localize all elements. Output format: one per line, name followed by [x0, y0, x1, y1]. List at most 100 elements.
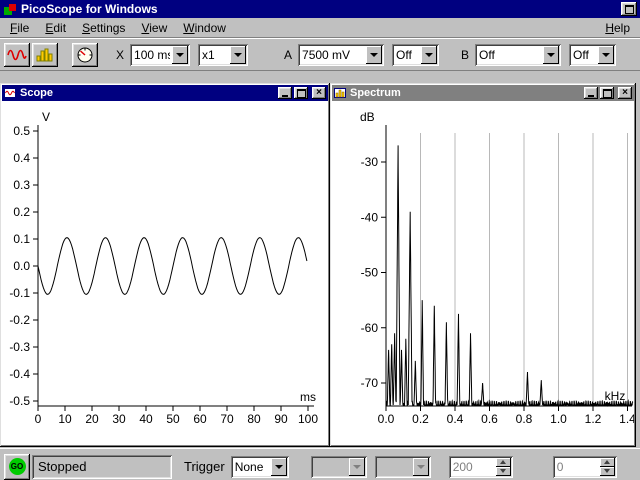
- chevron-down-icon[interactable]: [421, 46, 437, 64]
- svg-text:0.1: 0.1: [13, 232, 30, 246]
- status-bar: GO Stopped Trigger None 200 0: [0, 448, 640, 480]
- svg-text:100: 100: [298, 412, 318, 426]
- trigger-channel-select: [311, 456, 367, 478]
- chevron-down-icon: [413, 458, 429, 476]
- chevron-down-icon[interactable]: [366, 46, 382, 64]
- minimize-button[interactable]: [278, 87, 292, 99]
- svg-text:0.3: 0.3: [13, 178, 30, 192]
- minimize-icon: [588, 95, 594, 97]
- svg-text:-70: -70: [361, 376, 379, 390]
- chevron-down-icon[interactable]: [230, 46, 246, 64]
- svg-text:-50: -50: [361, 266, 379, 280]
- window-title: PicoScope for Windows: [21, 3, 621, 15]
- toolbar: X 100 ms x1 A 7500 mV Off B Off Off: [0, 38, 640, 71]
- timebase-label: X: [116, 49, 124, 61]
- chevron-down-icon[interactable]: [172, 46, 188, 64]
- svg-text:1.0: 1.0: [550, 412, 567, 426]
- status-text: Stopped: [38, 459, 86, 474]
- spectrum-plot-area: -30-40-50-60-700.00.20.40.60.81.01.21.4d…: [332, 101, 634, 445]
- trigger-delay-spinner: 0: [553, 456, 617, 478]
- maximize-button[interactable]: [621, 2, 637, 16]
- spin-down-button[interactable]: [496, 467, 511, 476]
- chevron-down-icon: [349, 458, 365, 476]
- trigger-label: Trigger: [184, 460, 225, 473]
- svg-text:0.2: 0.2: [13, 205, 30, 219]
- channel-a-mode-select[interactable]: Off: [392, 44, 439, 66]
- spin-down-button[interactable]: [600, 467, 615, 476]
- svg-text:-0.3: -0.3: [9, 340, 30, 354]
- timebase-select[interactable]: 100 ms: [130, 44, 190, 66]
- gauge-icon: [76, 47, 94, 63]
- spectrum-view-button[interactable]: [32, 43, 58, 67]
- chevron-down-icon[interactable]: [543, 46, 559, 64]
- menu-bar: File Edit Settings View Window Help: [0, 18, 640, 38]
- menu-edit[interactable]: Edit: [37, 20, 74, 36]
- spectrum-window-icon: [334, 87, 346, 99]
- chevron-up-icon: [500, 460, 506, 464]
- scope-window: Scope × 0.50.40.30.20.10.0-0.1-0.2-0.3-0…: [0, 83, 330, 447]
- menu-settings[interactable]: Settings: [74, 20, 133, 36]
- channel-b-mode-select[interactable]: Off: [569, 44, 616, 66]
- channel-b-label: B: [461, 49, 469, 61]
- go-label: GO: [11, 463, 23, 471]
- maximize-icon: [625, 5, 634, 14]
- chevron-down-icon[interactable]: [598, 46, 614, 64]
- scope-view-button[interactable]: [4, 43, 30, 67]
- svg-text:kHz: kHz: [605, 389, 626, 403]
- scope-titlebar[interactable]: Scope ×: [2, 85, 328, 101]
- scope-window-title: Scope: [20, 88, 276, 99]
- picoscope-app-window: PicoScope for Windows File Edit Settings…: [0, 0, 640, 480]
- app-icon: [3, 3, 17, 16]
- meter-view-button[interactable]: [72, 43, 98, 67]
- svg-text:-60: -60: [361, 321, 379, 335]
- svg-text:-30: -30: [361, 155, 379, 169]
- spectrum-plot: -30-40-50-60-700.00.20.40.60.81.01.21.4d…: [332, 101, 634, 445]
- svg-text:0.4: 0.4: [447, 412, 464, 426]
- multiplier-select[interactable]: x1: [198, 44, 248, 66]
- go-button[interactable]: GO: [4, 454, 30, 480]
- svg-text:ms: ms: [300, 390, 316, 404]
- channel-a-range-select[interactable]: 7500 mV: [298, 44, 384, 66]
- channel-b-range-select[interactable]: Off: [475, 44, 561, 66]
- svg-text:10: 10: [58, 412, 72, 426]
- spin-up-button[interactable]: [600, 458, 615, 467]
- svg-text:70: 70: [220, 412, 234, 426]
- svg-text:-0.5: -0.5: [9, 394, 30, 408]
- bar-chart-icon: [36, 48, 54, 62]
- minimize-icon: [282, 95, 288, 97]
- maximize-icon: [603, 89, 612, 98]
- sine-wave-icon: [7, 48, 27, 62]
- svg-text:1.4: 1.4: [619, 412, 634, 426]
- channel-a-label: A: [284, 49, 292, 61]
- svg-text:0.6: 0.6: [481, 412, 498, 426]
- svg-text:80: 80: [247, 412, 261, 426]
- maximize-button[interactable]: [600, 87, 614, 99]
- svg-text:-0.4: -0.4: [9, 367, 30, 381]
- trigger-mode-select[interactable]: None: [231, 456, 289, 478]
- chevron-down-icon: [604, 469, 610, 473]
- svg-text:0.4: 0.4: [13, 151, 30, 165]
- status-field: Stopped: [32, 455, 172, 479]
- minimize-button[interactable]: [584, 87, 598, 99]
- svg-text:0.0: 0.0: [378, 412, 395, 426]
- svg-text:0.0: 0.0: [13, 259, 30, 273]
- svg-text:V: V: [42, 110, 50, 124]
- scope-window-icon: [4, 87, 16, 99]
- svg-text:-40: -40: [361, 210, 379, 224]
- menu-view[interactable]: View: [133, 20, 175, 36]
- close-button[interactable]: ×: [618, 87, 632, 99]
- svg-text:-0.1: -0.1: [9, 286, 30, 300]
- close-button[interactable]: ×: [312, 87, 326, 99]
- svg-text:dB: dB: [360, 110, 375, 124]
- spectrum-titlebar[interactable]: Spectrum ×: [332, 85, 634, 101]
- maximize-button[interactable]: [294, 87, 308, 99]
- trigger-threshold-spinner: 200: [449, 456, 513, 478]
- chevron-down-icon[interactable]: [271, 458, 287, 476]
- menu-help[interactable]: Help: [597, 20, 638, 36]
- svg-text:1.2: 1.2: [585, 412, 602, 426]
- menu-window[interactable]: Window: [175, 20, 234, 36]
- svg-text:0.8: 0.8: [516, 412, 533, 426]
- menu-file[interactable]: File: [2, 20, 37, 36]
- spectrum-window-title: Spectrum: [350, 88, 582, 99]
- spin-up-button[interactable]: [496, 458, 511, 467]
